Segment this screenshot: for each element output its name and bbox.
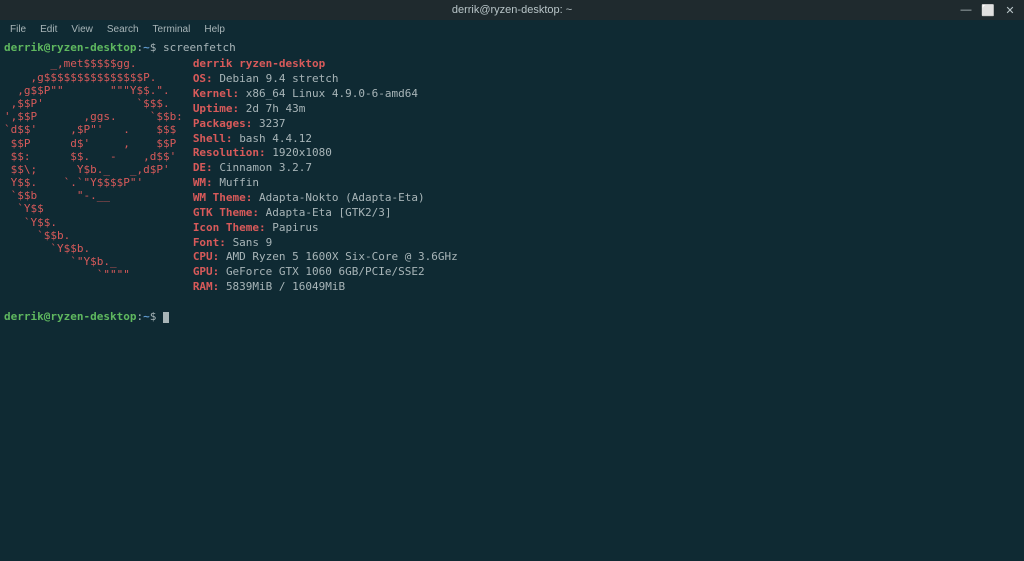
icontheme-val: Papirus: [272, 221, 318, 234]
system-info: derrik ryzen-desktop OS: Debian 9.4 stre…: [193, 57, 458, 295]
prompt-path-2: ~: [143, 310, 150, 323]
cpu-key: CPU:: [193, 250, 220, 263]
prompt-user: derrik@ryzen-desktop: [4, 41, 136, 54]
menu-edit[interactable]: Edit: [34, 22, 63, 37]
menu-help[interactable]: Help: [198, 22, 231, 37]
resolution-key: Resolution:: [193, 146, 266, 159]
prompt-user-2: derrik@ryzen-desktop: [4, 310, 136, 323]
os-val: Debian 9.4 stretch: [219, 72, 338, 85]
window-title: derrik@ryzen-desktop: ~: [452, 4, 572, 16]
window-controls: — ⬜ ✕: [960, 4, 1016, 16]
uptime-key: Uptime:: [193, 102, 239, 115]
prompt-path: ~: [143, 41, 150, 54]
shell-val: bash 4.4.12: [239, 132, 312, 145]
info-header: derrik ryzen-desktop: [193, 57, 325, 70]
prompt-line-1: derrik@ryzen-desktop:~$ screenfetch: [4, 40, 1020, 55]
resolution-val: 1920x1080: [272, 146, 332, 159]
wmtheme-key: WM Theme:: [193, 191, 253, 204]
menu-view[interactable]: View: [65, 22, 99, 37]
kernel-key: Kernel:: [193, 87, 239, 100]
wmtheme-val: Adapta-Nokto (Adapta-Eta): [259, 191, 425, 204]
menu-search[interactable]: Search: [101, 22, 145, 37]
gpu-val: GeForce GTX 1060 6GB/PCIe/SSE2: [226, 265, 425, 278]
cursor-icon: [163, 312, 169, 323]
cpu-val: AMD Ryzen 5 1600X Six-Core @ 3.6GHz: [226, 250, 458, 263]
menu-file[interactable]: File: [4, 22, 32, 37]
window-titlebar: derrik@ryzen-desktop: ~ — ⬜ ✕: [0, 0, 1024, 20]
ram-key: RAM:: [193, 280, 220, 293]
de-key: DE:: [193, 161, 213, 174]
gtktheme-val: Adapta-Eta [GTK2/3]: [266, 206, 392, 219]
prompt-dollar-2: $: [150, 310, 157, 323]
maximize-icon[interactable]: ⬜: [982, 4, 994, 16]
font-val: Sans 9: [233, 236, 273, 249]
minimize-icon[interactable]: —: [960, 4, 972, 16]
debian-ascii-art: _,met$$$$$gg. ,g$$$$$$$$$$$$$$$P. ,g$$P"…: [4, 57, 183, 295]
uptime-val: 2d 7h 43m: [246, 102, 306, 115]
close-icon[interactable]: ✕: [1004, 4, 1016, 16]
gpu-key: GPU:: [193, 265, 220, 278]
kernel-val: x86_64 Linux 4.9.0-6-amd64: [246, 87, 418, 100]
wm-val: Muffin: [219, 176, 259, 189]
packages-key: Packages:: [193, 117, 253, 130]
gtktheme-key: GTK Theme:: [193, 206, 259, 219]
screenfetch-output: _,met$$$$$gg. ,g$$$$$$$$$$$$$$$P. ,g$$P"…: [4, 57, 1020, 295]
menu-bar: File Edit View Search Terminal Help: [0, 20, 1024, 38]
de-val: Cinnamon 3.2.7: [219, 161, 312, 174]
command-text: screenfetch: [163, 41, 236, 54]
wm-key: WM:: [193, 176, 213, 189]
os-key: OS:: [193, 72, 213, 85]
prompt-line-2: derrik@ryzen-desktop:~$: [4, 309, 1020, 324]
prompt-dollar: $: [150, 41, 157, 54]
packages-val: 3237: [259, 117, 286, 130]
ram-val: 5839MiB / 16049MiB: [226, 280, 345, 293]
font-key: Font:: [193, 236, 226, 249]
icontheme-key: Icon Theme:: [193, 221, 266, 234]
terminal-body[interactable]: derrik@ryzen-desktop:~$ screenfetch _,me…: [0, 38, 1024, 326]
menu-terminal[interactable]: Terminal: [147, 22, 197, 37]
shell-key: Shell:: [193, 132, 233, 145]
